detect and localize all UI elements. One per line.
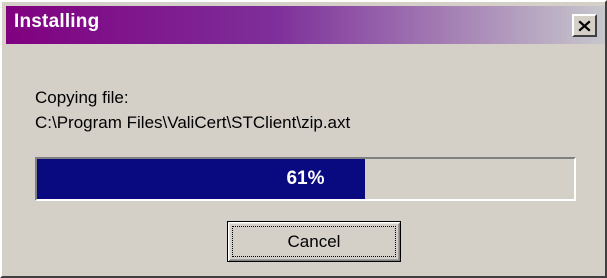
progress-bar: 61%	[35, 157, 576, 201]
file-path-label: C:\Program Files\ValiCert\STClient\zip.a…	[35, 113, 351, 132]
close-button[interactable]	[572, 14, 597, 37]
close-icon	[578, 19, 591, 32]
progress-percent-label: 61%	[286, 168, 325, 189]
title-bar[interactable]: Installing	[6, 6, 605, 44]
window-title: Installing	[14, 11, 100, 32]
cancel-button-label: Cancel	[287, 231, 341, 251]
status-label: Copying file:	[35, 88, 129, 107]
installing-dialog: Installing Copying file: C:\Program File…	[0, 0, 607, 278]
cancel-button[interactable]: Cancel	[227, 221, 401, 262]
